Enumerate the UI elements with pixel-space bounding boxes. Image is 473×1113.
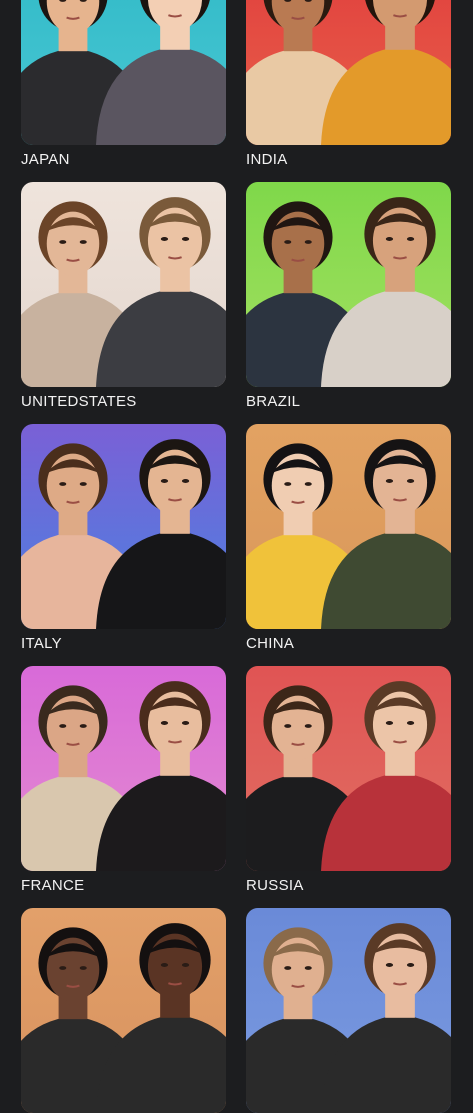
portrait-illustration — [246, 908, 451, 1113]
country-grid: JAPAN INDIA UNITEDSTATES BRAZIL ITALY CHINA FR… — [0, 0, 473, 1113]
country-portrait-image — [246, 182, 451, 387]
portrait-illustration — [246, 666, 451, 871]
country-portrait-image — [246, 424, 451, 629]
portrait-illustration — [21, 182, 226, 387]
portrait-illustration — [21, 908, 226, 1113]
country-label: FRANCE — [21, 877, 85, 894]
country-card[interactable]: JAPAN — [21, 0, 226, 168]
portrait-illustration — [21, 424, 226, 629]
country-portrait-image — [21, 666, 226, 871]
portrait-illustration — [21, 666, 226, 871]
country-label: INDIA — [246, 151, 288, 168]
country-portrait-image — [21, 424, 226, 629]
country-card[interactable]: BRAZIL — [246, 182, 451, 410]
portrait-illustration — [246, 182, 451, 387]
country-card[interactable]: FRANCE — [21, 666, 226, 894]
portrait-illustration — [246, 0, 451, 145]
country-card[interactable]: UNITEDSTATES — [21, 182, 226, 410]
country-label: ITALY — [21, 635, 62, 652]
country-card[interactable] — [246, 908, 451, 1113]
country-card[interactable]: CHINA — [246, 424, 451, 652]
country-label: RUSSIA — [246, 877, 304, 894]
country-portrait-image — [21, 908, 226, 1113]
country-portrait-image — [246, 666, 451, 871]
country-label: JAPAN — [21, 151, 70, 168]
country-label: UNITEDSTATES — [21, 393, 137, 410]
country-label: BRAZIL — [246, 393, 301, 410]
country-label: CHINA — [246, 635, 295, 652]
country-card[interactable]: ITALY — [21, 424, 226, 652]
country-portrait-image — [246, 908, 451, 1113]
country-card[interactable]: RUSSIA — [246, 666, 451, 894]
country-portrait-image — [246, 0, 451, 145]
portrait-illustration — [246, 424, 451, 629]
country-portrait-image — [21, 182, 226, 387]
country-portrait-image — [21, 0, 226, 145]
country-card[interactable]: INDIA — [246, 0, 451, 168]
portrait-illustration — [21, 0, 226, 145]
country-card[interactable] — [21, 908, 226, 1113]
